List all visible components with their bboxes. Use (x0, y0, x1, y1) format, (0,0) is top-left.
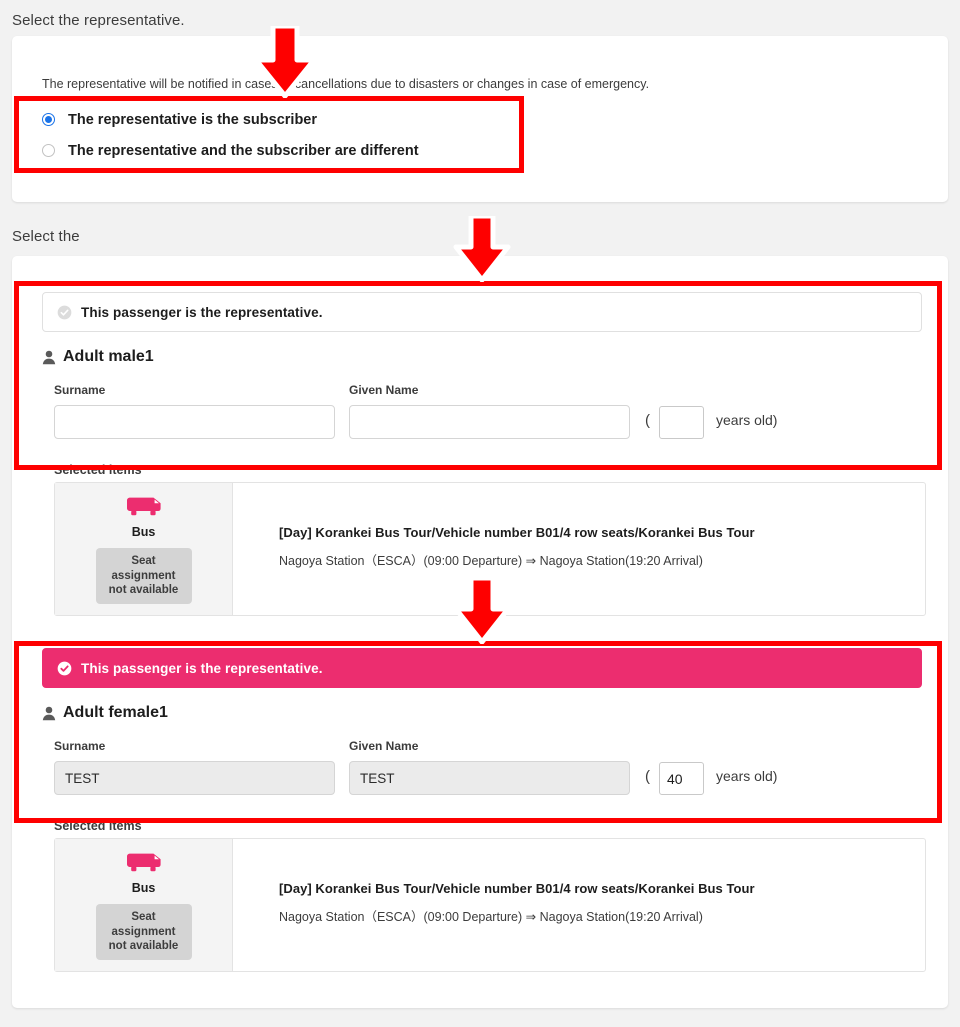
passenger-block-1: This passenger is the representative. Ad… (42, 292, 922, 439)
passenger-1-name-row: Adult male1 (42, 346, 922, 368)
selected-item-details-1: [Day] Korankei Bus Tour/Vehicle number B… (233, 483, 925, 615)
passenger-2-field-row: ( years old) (42, 761, 922, 795)
passenger-1-field-labels: Surname Given Name (42, 383, 922, 399)
representative-notice-text: The representative will be notified in c… (42, 77, 650, 91)
given-name-input[interactable] (349, 405, 630, 439)
selected-items-label-2: Selected items (54, 819, 142, 833)
seat-button-line-2: assignment (111, 925, 176, 938)
seat-button-line-1: Seat (131, 911, 156, 924)
seat-button-line-3: not available (108, 940, 179, 953)
check-circle-icon (57, 661, 72, 675)
passenger-1-representative-banner[interactable]: This passenger is the representative. (42, 292, 922, 332)
surname-input[interactable] (54, 761, 335, 795)
transport-mode-label: Bus (131, 881, 156, 896)
page-root: Select the representative. The represent… (0, 0, 960, 1027)
seat-assignment-button[interactable]: Seat assignment not available (95, 548, 192, 604)
passenger-2-field-labels: Surname Given Name (42, 739, 922, 755)
radio-option-label: The representative is the subscriber (68, 111, 318, 128)
surname-label: Surname (54, 383, 106, 397)
passengers-section-heading: Select the (12, 228, 80, 245)
seat-button-line-2: assignment (111, 569, 176, 582)
age-unit-label: years old) (716, 768, 778, 784)
radio-option-label: The representative and the subscriber ar… (68, 142, 419, 159)
surname-label: Surname (54, 739, 106, 753)
representative-section-heading: Select the representative. (12, 12, 185, 29)
age-unit-label: years old) (716, 412, 778, 428)
bus-icon (126, 498, 161, 516)
given-name-label: Given Name (349, 739, 419, 753)
given-name-input[interactable] (349, 761, 630, 795)
age-paren-open: ( (645, 412, 650, 429)
radio-button-selected-icon[interactable] (42, 113, 55, 126)
selected-item-box-1: Bus Seat assignment not available [Day] … (54, 482, 926, 616)
passenger-2-name: Adult female1 (63, 704, 168, 721)
surname-input[interactable] (54, 405, 335, 439)
age-paren-open: ( (645, 768, 650, 785)
age-input[interactable] (659, 406, 704, 439)
passenger-2-representative-banner-label: This passenger is the representative. (81, 660, 323, 676)
seat-assignment-button[interactable]: Seat assignment not available (95, 904, 192, 960)
selected-item-mode-2: Bus Seat assignment not available (55, 839, 233, 971)
passenger-2-representative-banner[interactable]: This passenger is the representative. (42, 648, 922, 688)
tour-route: Nagoya Station（ESCA）(09:00 Departure) ⇒ … (279, 554, 703, 568)
check-circle-icon (57, 305, 72, 319)
selected-item-mode-1: Bus Seat assignment not available (55, 483, 233, 615)
seat-button-line-3: not available (108, 584, 179, 597)
person-icon (42, 706, 56, 720)
passenger-2-name-row: Adult female1 (42, 702, 922, 724)
age-input[interactable] (659, 762, 704, 795)
passenger-block-2: This passenger is the representative. Ad… (42, 648, 922, 795)
passenger-1-representative-banner-label: This passenger is the representative. (81, 304, 323, 320)
radio-button-unselected-icon[interactable] (42, 144, 55, 157)
bus-icon (126, 854, 161, 872)
tour-title: [Day] Korankei Bus Tour/Vehicle number B… (279, 881, 755, 896)
passengers-card: This passenger is the representative. Ad… (12, 256, 948, 1008)
tour-route: Nagoya Station（ESCA）(09:00 Departure) ⇒ … (279, 910, 703, 924)
radio-option-subscriber-is-representative[interactable]: The representative is the subscriber (42, 104, 419, 135)
radio-option-subscriber-is-different[interactable]: The representative and the subscriber ar… (42, 135, 419, 166)
person-icon (42, 350, 56, 364)
representative-radio-group: The representative is the subscriber The… (42, 104, 419, 166)
representative-card: The representative will be notified in c… (12, 36, 948, 202)
passenger-1-name: Adult male1 (63, 348, 154, 365)
seat-button-line-1: Seat (131, 555, 156, 568)
selected-items-label-1: Selected items (54, 463, 142, 477)
tour-title: [Day] Korankei Bus Tour/Vehicle number B… (279, 525, 755, 540)
selected-item-box-2: Bus Seat assignment not available [Day] … (54, 838, 926, 972)
given-name-label: Given Name (349, 383, 419, 397)
passenger-1-field-row: ( years old) (42, 405, 922, 439)
selected-item-details-2: [Day] Korankei Bus Tour/Vehicle number B… (233, 839, 925, 971)
transport-mode-label: Bus (131, 525, 156, 540)
